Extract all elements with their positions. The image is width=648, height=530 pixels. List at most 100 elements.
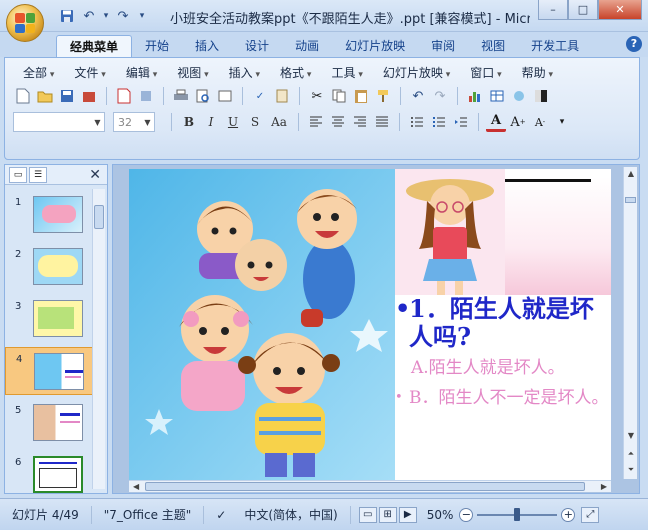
tab-view[interactable]: 视图 bbox=[468, 35, 518, 57]
maximize-button[interactable]: □ bbox=[568, 0, 598, 20]
spell-check-icon[interactable]: ✓ bbox=[204, 506, 232, 524]
bold-button[interactable]: B bbox=[179, 112, 199, 132]
menu-file[interactable]: 文件 bbox=[64, 64, 115, 82]
numbering-icon[interactable] bbox=[407, 112, 427, 132]
spelling-icon[interactable]: ✓ bbox=[250, 86, 270, 106]
research-icon[interactable] bbox=[272, 86, 292, 106]
menu-window[interactable]: 窗口 bbox=[460, 64, 511, 82]
paste-icon[interactable] bbox=[351, 86, 371, 106]
help-icon[interactable]: ? bbox=[626, 36, 642, 52]
slide-thumbnail-5[interactable]: 5 bbox=[5, 399, 93, 447]
close-button[interactable]: ✕ bbox=[598, 0, 642, 20]
pdf-icon[interactable] bbox=[114, 86, 134, 106]
slide-text-box[interactable]: • 1．陌生人就是坏人吗? A.陌生人就是坏人。 • B．陌生人不一定是坏人。 bbox=[395, 295, 609, 409]
close-panel-icon[interactable]: ✕ bbox=[89, 167, 101, 183]
tab-slideshow[interactable]: 幻灯片放映 bbox=[332, 35, 418, 57]
menu-insert[interactable]: 插入 bbox=[219, 64, 270, 82]
undo-icon[interactable]: ↶ bbox=[80, 7, 98, 25]
print-preview-icon[interactable] bbox=[193, 86, 213, 106]
change-case-button[interactable]: Aa bbox=[267, 112, 291, 132]
zoom-level[interactable]: 50% bbox=[427, 508, 454, 522]
shadow-button[interactable]: S bbox=[245, 112, 265, 132]
slide-thumbnail-2[interactable]: 2 bbox=[5, 243, 93, 291]
print-icon[interactable] bbox=[171, 86, 191, 106]
more-icon[interactable]: ▾ bbox=[552, 112, 572, 132]
menu-edit[interactable]: 编辑 bbox=[116, 64, 167, 82]
shrink-font-icon[interactable]: A- bbox=[530, 112, 550, 132]
previous-slide-icon[interactable]: ⏶ bbox=[624, 447, 638, 461]
menu-slideshow[interactable]: 幻灯片放映 bbox=[373, 64, 460, 82]
next-slide-icon[interactable]: ⏷ bbox=[624, 463, 638, 477]
slide-thumbnail-1[interactable]: 1 bbox=[5, 191, 93, 239]
align-left-icon[interactable] bbox=[306, 112, 326, 132]
publish-icon[interactable] bbox=[136, 86, 156, 106]
grow-font-icon[interactable]: A + bbox=[508, 112, 528, 132]
italic-button[interactable]: I bbox=[201, 112, 221, 132]
scrollbar-thumb[interactable] bbox=[625, 197, 636, 203]
tab-review[interactable]: 审阅 bbox=[418, 35, 468, 57]
insert-chart-icon[interactable] bbox=[465, 86, 485, 106]
tab-design[interactable]: 设计 bbox=[232, 35, 282, 57]
menu-format[interactable]: 格式 bbox=[270, 64, 321, 82]
slide-view-icon[interactable] bbox=[215, 86, 235, 106]
slides-tab[interactable]: ▭ bbox=[9, 166, 27, 183]
open-icon[interactable] bbox=[35, 86, 55, 106]
slide-thumbnail-6[interactable]: 6 bbox=[5, 451, 93, 493]
tab-classic-menu[interactable]: 经典菜单 bbox=[56, 35, 133, 57]
save-icon[interactable] bbox=[57, 86, 77, 106]
redo-icon[interactable]: ↷ bbox=[430, 86, 450, 106]
tab-developer[interactable]: 开发工具 bbox=[518, 35, 592, 57]
menu-help[interactable]: 帮助 bbox=[512, 64, 563, 82]
font-size-combo[interactable]: 32 ▼ bbox=[113, 112, 155, 132]
menu-view[interactable]: 视图 bbox=[167, 64, 218, 82]
insert-table-icon[interactable] bbox=[487, 86, 507, 106]
bullets-icon[interactable] bbox=[429, 112, 449, 132]
slide-horizontal-scrollbar[interactable]: ◀ ▶ bbox=[129, 480, 611, 492]
undo-dropdown-icon[interactable]: ▾ bbox=[102, 7, 110, 25]
scrollbar-thumb[interactable] bbox=[145, 482, 585, 491]
save-icon[interactable] bbox=[58, 7, 76, 25]
new-icon[interactable] bbox=[13, 86, 33, 106]
font-name-combo[interactable]: ▼ bbox=[13, 112, 105, 132]
copy-icon[interactable] bbox=[329, 86, 349, 106]
slide-sorter-view-icon[interactable]: ⊞ bbox=[378, 506, 397, 523]
zoom-out-icon[interactable]: − bbox=[459, 507, 474, 522]
align-center-icon[interactable] bbox=[328, 112, 348, 132]
align-right-icon[interactable] bbox=[350, 112, 370, 132]
fit-to-window-icon[interactable]: ⤢ bbox=[581, 506, 600, 523]
zoom-track[interactable] bbox=[477, 507, 558, 521]
slideshow-view-icon[interactable]: ▶ bbox=[398, 506, 417, 523]
indent-icon[interactable] bbox=[451, 112, 471, 132]
menu-tools[interactable]: 工具 bbox=[321, 64, 372, 82]
scrollbar-thumb[interactable] bbox=[94, 205, 104, 229]
scroll-left-icon[interactable]: ◀ bbox=[133, 482, 139, 491]
format-painter-icon[interactable] bbox=[373, 86, 393, 106]
zoom-slider[interactable]: − + bbox=[459, 507, 576, 522]
scroll-up-icon[interactable]: ▲ bbox=[624, 167, 638, 181]
clipart-icon[interactable] bbox=[509, 86, 529, 106]
slide-thumbnail-4[interactable]: 4 bbox=[5, 347, 93, 395]
tab-animation[interactable]: 动画 bbox=[282, 35, 332, 57]
minimize-button[interactable]: – bbox=[538, 0, 568, 20]
redo-icon[interactable]: ↷ bbox=[114, 7, 132, 25]
tab-insert[interactable]: 插入 bbox=[182, 35, 232, 57]
customize-quick-access-icon[interactable]: ▾ bbox=[136, 7, 148, 25]
undo-icon[interactable]: ↶ bbox=[408, 86, 428, 106]
cut-icon[interactable]: ✂ bbox=[307, 86, 327, 106]
font-color-icon[interactable]: A bbox=[486, 112, 506, 132]
normal-view-icon[interactable]: ▭ bbox=[358, 506, 377, 523]
outline-tab[interactable]: ☰ bbox=[29, 166, 47, 183]
menu-all[interactable]: 全部 bbox=[13, 64, 64, 82]
slide-canvas[interactable]: • 1．陌生人就是坏人吗? A.陌生人就是坏人。 • B．陌生人不一定是坏人。 bbox=[129, 169, 611, 481]
thumbnail-scrollbar[interactable] bbox=[92, 189, 105, 489]
zoom-in-icon[interactable]: + bbox=[561, 507, 576, 522]
underline-button[interactable]: U bbox=[223, 112, 243, 132]
zoom-knob[interactable] bbox=[514, 507, 521, 521]
tab-home[interactable]: 开始 bbox=[132, 35, 182, 57]
justify-icon[interactable] bbox=[372, 112, 392, 132]
slide-vertical-scrollbar[interactable]: ▲ ▼ ⏶ ⏷ bbox=[623, 167, 637, 479]
color-grayscale-icon[interactable] bbox=[531, 86, 551, 106]
permission-icon[interactable] bbox=[79, 86, 99, 106]
slide-thumbnail-3[interactable]: 3 bbox=[5, 295, 93, 343]
office-button[interactable] bbox=[6, 4, 44, 42]
